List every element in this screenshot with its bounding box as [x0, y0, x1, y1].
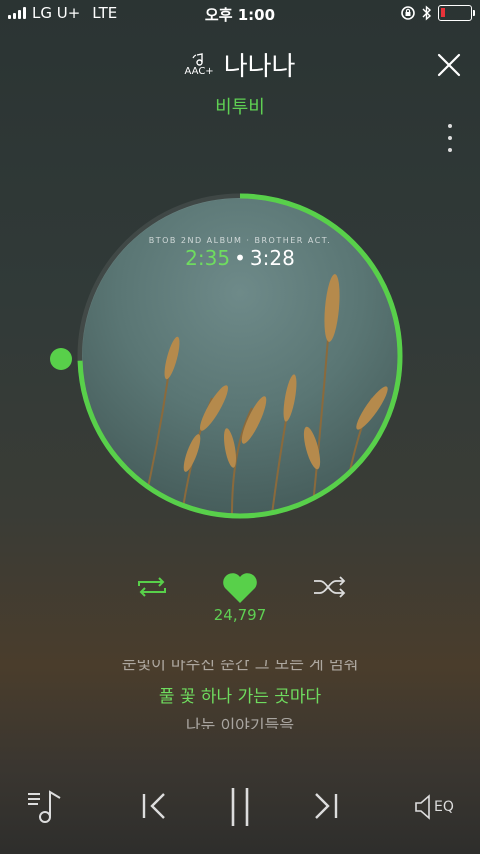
- progress-knob[interactable]: [50, 348, 72, 370]
- previous-icon[interactable]: [140, 792, 168, 820]
- rotation-lock-icon: [401, 6, 415, 20]
- playback-controls: EQ: [0, 782, 480, 832]
- progress-ring[interactable]: [76, 192, 404, 520]
- close-icon[interactable]: [436, 52, 462, 78]
- status-bar: LG U+ LTE 오후 1:00: [0, 0, 480, 28]
- codec-badge: AAC+: [184, 52, 214, 77]
- bluetooth-icon: [422, 5, 432, 21]
- more-dot: [448, 136, 452, 140]
- speaker-icon: [415, 794, 430, 820]
- lyric-next-line: 나눈 이야기들을: [185, 716, 295, 729]
- lyrics-panel[interactable]: 눈빛이 마주친 순간 그 모든 게 멈춰 풀 꽃 하나 가는 곳마다 나눈 이야…: [0, 660, 480, 729]
- more-options-button[interactable]: [446, 124, 454, 152]
- repeat-icon[interactable]: [135, 574, 169, 600]
- lyric-previous-line: 눈빛이 마주친 순간 그 모든 게 멈춰: [121, 660, 359, 672]
- title-row: AAC+ 나나나: [0, 46, 480, 83]
- music-note-icon: [192, 52, 203, 66]
- song-title: 나나나: [223, 52, 296, 82]
- next-icon[interactable]: [312, 792, 340, 820]
- artist-name[interactable]: 비투비: [0, 93, 480, 119]
- pause-icon[interactable]: [228, 786, 252, 828]
- status-right: [400, 5, 475, 21]
- album-disc[interactable]: BTOB 2ND ALBUM · BROTHER ACT. 2:35 • 3:28: [76, 192, 404, 520]
- codec-label: AAC+: [184, 65, 214, 77]
- more-dot: [448, 148, 452, 152]
- like-count: 24,797: [213, 606, 267, 624]
- lyric-current-line: 풀 꽃 하나 가는 곳마다: [158, 687, 322, 707]
- more-dot: [448, 124, 452, 128]
- battery-icon: [438, 5, 475, 21]
- heart-icon[interactable]: [222, 572, 258, 604]
- eq-label: EQ: [434, 799, 454, 815]
- shuffle-icon[interactable]: [312, 574, 348, 600]
- playlist-icon[interactable]: [26, 786, 66, 826]
- battery-level: [441, 8, 445, 17]
- eq-button[interactable]: EQ: [414, 792, 454, 822]
- song-header: AAC+ 나나나 비투비: [0, 46, 480, 119]
- action-row: 24,797: [0, 572, 480, 632]
